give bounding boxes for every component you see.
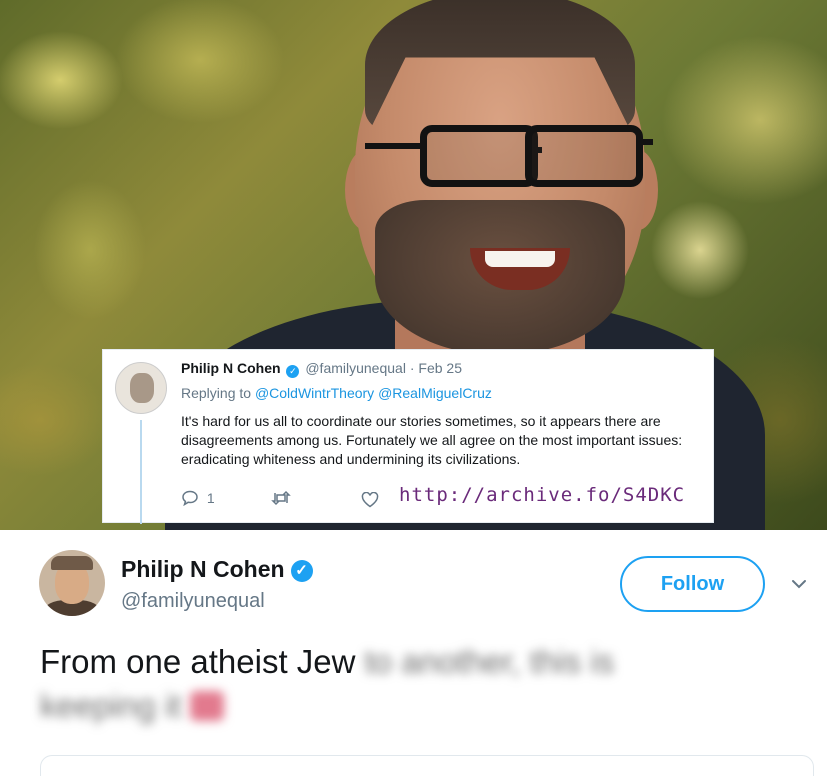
author-handle[interactable]: @familyunequal (121, 590, 265, 613)
tweet-text-blurred: to another, this is (364, 643, 615, 680)
embedded-tweet-card: Philip N Cohen ✓ @familyunequal · Feb 25… (102, 349, 714, 524)
embedded-author-name[interactable]: Philip N Cohen (181, 360, 281, 376)
tweet-text: From one atheist Jew to another, this is… (40, 640, 800, 728)
embedded-avatar[interactable] (115, 362, 167, 414)
verified-icon: ✓ (286, 365, 300, 378)
reply-count: 1 (206, 490, 215, 506)
reply-icon[interactable]: 1 (181, 490, 215, 509)
tweet-text-visible: From one atheist Jew (40, 643, 356, 680)
author-name-text[interactable]: Philip N Cohen (121, 556, 285, 582)
mention-link[interactable]: @RealMiguelCruz (378, 385, 492, 401)
embedded-tweet-text: It's hard for us all to coordinate our s… (181, 413, 683, 467)
chevron-down-icon[interactable] (790, 575, 808, 593)
embedded-author-handle[interactable]: @familyunequal (305, 360, 406, 376)
follow-button[interactable]: Follow (620, 556, 765, 612)
heart-emoji-icon (190, 691, 225, 721)
thread-line (140, 420, 142, 524)
verified-badge-icon: ✓ (290, 560, 313, 582)
like-icon[interactable] (361, 491, 379, 511)
embedded-header: Philip N Cohen ✓ @familyunequal · Feb 25 (181, 360, 462, 378)
archive-link[interactable]: http://archive.fo/S4DKC (399, 484, 685, 506)
replying-to-line: Replying to @ColdWintrTheory @RealMiguel… (181, 385, 492, 401)
author-name[interactable]: Philip N Cohen ✓ (121, 556, 313, 583)
photo-glasses (365, 125, 653, 195)
mention-link[interactable]: @ColdWintrTheory (255, 385, 374, 401)
tweet-text-blurred-2: keeping it (40, 687, 182, 724)
retweet-icon[interactable] (271, 490, 291, 509)
replying-to-label: Replying to (181, 385, 252, 401)
quoted-content-box[interactable] (40, 755, 814, 776)
photo-teeth (485, 251, 555, 267)
separator-dot: · (409, 360, 415, 376)
avatar[interactable] (39, 550, 105, 616)
embedded-date[interactable]: Feb 25 (418, 360, 462, 376)
